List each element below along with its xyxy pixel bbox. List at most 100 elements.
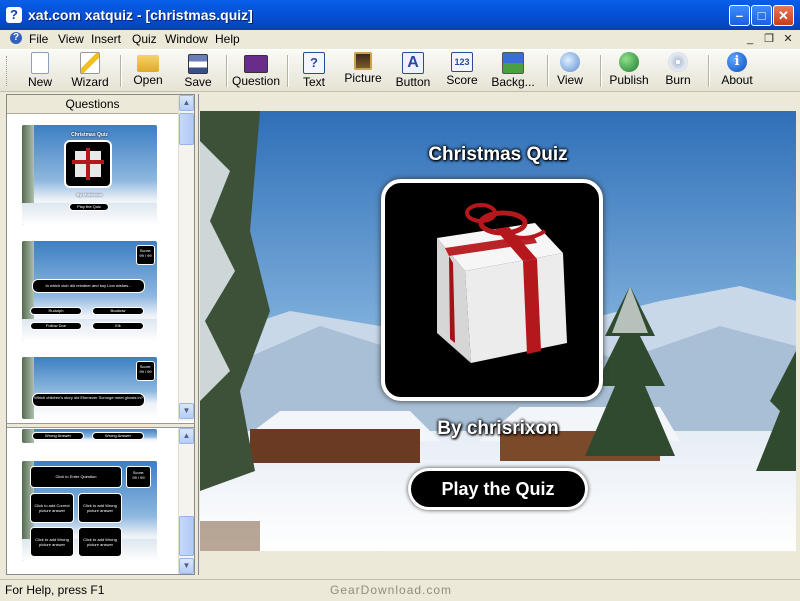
question-thumbnail-3-bottom[interactable]: Wrong Answer Wrong Answer bbox=[22, 429, 157, 443]
about-info-icon: i bbox=[727, 52, 747, 72]
slide-score-box: Score: 99 / 99 bbox=[126, 466, 151, 488]
slide-score-box: Score: 99 / 99 bbox=[136, 361, 155, 381]
toolbar-separator bbox=[547, 55, 549, 87]
tree-image bbox=[22, 357, 34, 419]
picture-button[interactable]: Picture bbox=[343, 52, 383, 90]
questions-scrollbar-top[interactable]: ▲ ▼ bbox=[178, 95, 194, 421]
menu-quiz[interactable]: Quiz bbox=[132, 32, 157, 46]
text-button[interactable]: ? Text bbox=[297, 52, 331, 90]
background-label: Backg... bbox=[491, 75, 535, 89]
new-label: New bbox=[27, 75, 52, 89]
panel-splitter[interactable] bbox=[7, 423, 194, 428]
questions-panel: Questions Christmas Quiz By chrisrixon P… bbox=[6, 94, 195, 575]
watermark-text: GearDownload.com bbox=[330, 583, 453, 597]
scroll-up-arrow-icon[interactable]: ▲ bbox=[179, 95, 194, 111]
burn-cd-icon bbox=[668, 52, 688, 72]
scroll-thumb[interactable] bbox=[179, 516, 194, 556]
window-title: xat.com xatquiz - [christmas.quiz] bbox=[28, 7, 253, 23]
slide-author: By chrisrixon bbox=[76, 192, 103, 197]
menu-view[interactable]: View bbox=[58, 32, 84, 46]
question-thumbnail-3[interactable]: Score: 99 / 99 Which children's story di… bbox=[22, 357, 157, 419]
wizard-label: Wizard bbox=[71, 75, 109, 89]
scroll-down-arrow-icon[interactable]: ▼ bbox=[179, 403, 194, 419]
slide-answer: Elk bbox=[92, 322, 144, 330]
close-button[interactable]: ✕ bbox=[773, 5, 794, 26]
slide-question: In which club did reindeer and boy Lion … bbox=[32, 279, 145, 293]
button-button[interactable]: A Button bbox=[393, 52, 433, 90]
question-thumbnail-2[interactable]: Score: 99 / 99 In which club did reindee… bbox=[22, 241, 157, 341]
slide-answer: Bucklow bbox=[92, 307, 144, 315]
menu-file[interactable]: File bbox=[29, 32, 48, 46]
about-label: About bbox=[721, 73, 753, 87]
document-menu-icon[interactable]: ? bbox=[10, 32, 22, 44]
about-button[interactable]: i About bbox=[718, 52, 756, 90]
open-button[interactable]: Open bbox=[130, 52, 166, 90]
new-button[interactable]: New bbox=[22, 52, 58, 90]
background-button[interactable]: Backg... bbox=[490, 52, 536, 90]
slide-play-button: Play the Quiz bbox=[69, 203, 109, 211]
quiz-title[interactable]: Christmas Quiz bbox=[320, 144, 676, 166]
slide-picture-answer: Click to add Wrong picture answer bbox=[30, 527, 74, 557]
background-icon bbox=[502, 52, 524, 74]
save-button[interactable]: Save bbox=[180, 52, 216, 90]
gift-box-image bbox=[437, 203, 567, 363]
view-label: View bbox=[557, 73, 583, 87]
menu-bar: ? File View Insert Quiz Window Help _ ❐ … bbox=[0, 30, 800, 48]
slide-score-box: Score: 99 / 99 bbox=[136, 245, 155, 265]
questions-scrollbar-bottom[interactable]: ▲ ▼ bbox=[178, 428, 194, 574]
minimize-button[interactable]: – bbox=[729, 5, 750, 26]
scroll-thumb[interactable] bbox=[179, 113, 194, 145]
save-label: Save bbox=[184, 75, 212, 89]
save-disk-icon bbox=[188, 54, 208, 74]
mdi-restore-button[interactable]: ❐ bbox=[761, 32, 777, 46]
scroll-up-arrow-icon[interactable]: ▲ bbox=[179, 428, 194, 444]
picture-label: Picture bbox=[344, 71, 382, 85]
burn-button[interactable]: Burn bbox=[661, 52, 695, 90]
button-icon: A bbox=[402, 52, 424, 74]
toolbar-separator bbox=[287, 55, 289, 87]
picture-icon bbox=[354, 52, 372, 70]
quiz-canvas[interactable]: Christmas Quiz By chrisrixon Play the Qu… bbox=[198, 94, 797, 575]
quiz-author[interactable]: By chrisrixon bbox=[320, 418, 676, 440]
publish-globe-icon bbox=[619, 52, 639, 72]
menu-help[interactable]: Help bbox=[215, 32, 240, 46]
text-icon: ? bbox=[303, 52, 325, 74]
gift-picture[interactable] bbox=[381, 179, 603, 401]
title-bar[interactable]: ? xat.com xatquiz - [christmas.quiz] – □… bbox=[0, 0, 800, 30]
question-icon bbox=[244, 55, 268, 73]
toolbar-separator bbox=[708, 55, 710, 87]
publish-label: Publish bbox=[609, 73, 649, 87]
score-icon: 123 bbox=[451, 52, 473, 72]
view-button[interactable]: View bbox=[553, 52, 587, 90]
maximize-button[interactable]: □ bbox=[751, 5, 772, 26]
slide-picture-answer: Click to add Correct picture answer bbox=[30, 493, 74, 523]
question-button[interactable]: Question bbox=[232, 52, 280, 90]
menu-insert[interactable]: Insert bbox=[91, 32, 121, 46]
toolbar-grip[interactable] bbox=[6, 56, 10, 86]
new-document-icon bbox=[31, 52, 49, 74]
app-question-icon[interactable]: ? bbox=[6, 7, 22, 23]
scroll-down-arrow-icon[interactable]: ▼ bbox=[179, 558, 194, 574]
gift-thumbnail-image bbox=[64, 140, 112, 188]
text-label: Text bbox=[302, 75, 325, 89]
burn-label: Burn bbox=[665, 73, 691, 87]
toolbar: New Wizard Open Save Question ? Text Pic… bbox=[0, 49, 800, 92]
wizard-button[interactable]: Wizard bbox=[70, 52, 110, 90]
slide-picture-answer: Click to add Wrong picture answer bbox=[78, 493, 122, 523]
mdi-close-button[interactable]: ✕ bbox=[780, 32, 796, 46]
question-thumbnail-1[interactable]: Christmas Quiz By chrisrixon Play the Qu… bbox=[22, 125, 157, 225]
publish-button[interactable]: Publish bbox=[608, 52, 650, 90]
menu-window[interactable]: Window bbox=[165, 32, 208, 46]
view-icon bbox=[560, 52, 580, 72]
play-quiz-button[interactable]: Play the Quiz bbox=[408, 468, 588, 510]
open-label: Open bbox=[133, 73, 163, 87]
question-thumbnail-4[interactable]: Click to Enter Question Score: 99 / 99 C… bbox=[22, 461, 157, 561]
status-help-text: For Help, press F1 bbox=[5, 583, 105, 597]
score-label: Score bbox=[446, 73, 478, 87]
slide-question: Which children's story did Ebenezer Scro… bbox=[32, 393, 145, 407]
slide-picture-answer: Click to add Wrong picture answer bbox=[78, 527, 122, 557]
score-button[interactable]: 123 Score bbox=[444, 52, 480, 90]
slide-answer: Wrong Answer bbox=[32, 432, 84, 440]
slide-score-value: 99 / 99 bbox=[139, 368, 152, 374]
mdi-minimize-button[interactable]: _ bbox=[742, 32, 758, 46]
